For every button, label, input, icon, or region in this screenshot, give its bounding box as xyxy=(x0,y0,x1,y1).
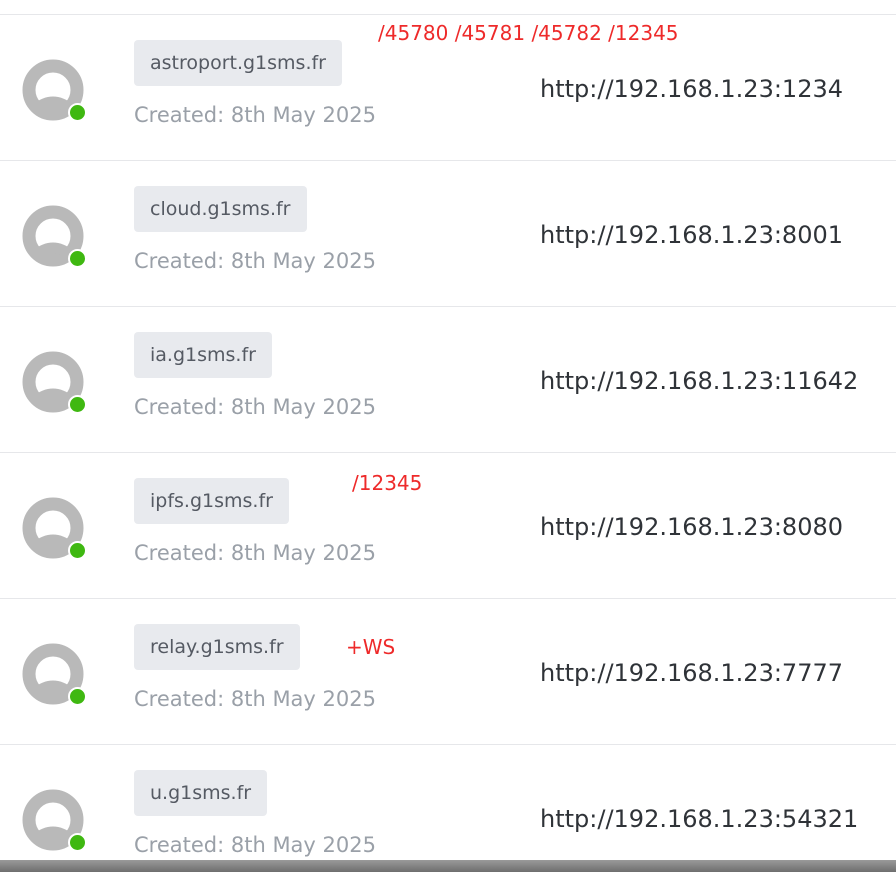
online-status-icon xyxy=(68,395,87,414)
online-status-icon xyxy=(68,541,87,560)
online-status-icon xyxy=(68,103,87,122)
forward-target: http://192.168.1.23:8080 xyxy=(540,513,843,541)
host-row-u[interactable]: u.g1sms.fr Created: 8th May 2025 http://… xyxy=(0,745,896,872)
host-row-relay[interactable]: relay.g1sms.fr Created: 8th May 2025 htt… xyxy=(0,599,896,745)
online-status-icon xyxy=(68,833,87,852)
domain-badge[interactable]: ipfs.g1sms.fr xyxy=(134,478,289,524)
created-date: Created: 8th May 2025 xyxy=(134,395,376,419)
port-annotation: /45780 /45781 /45782 /12345 xyxy=(378,21,679,45)
window-bottom-edge xyxy=(0,860,896,872)
forward-target: http://192.168.1.23:1234 xyxy=(540,75,843,103)
host-row-ipfs[interactable]: ipfs.g1sms.fr Created: 8th May 2025 http… xyxy=(0,453,896,599)
proxy-host-list: astroport.g1sms.fr Created: 8th May 2025… xyxy=(0,15,896,872)
created-date: Created: 8th May 2025 xyxy=(134,833,376,857)
proxy-hosts-screen: astroport.g1sms.fr Created: 8th May 2025… xyxy=(0,0,896,872)
forward-target: http://192.168.1.23:8001 xyxy=(540,221,843,249)
domain-badge[interactable]: u.g1sms.fr xyxy=(134,770,268,816)
host-row-astroport[interactable]: astroport.g1sms.fr Created: 8th May 2025… xyxy=(0,15,896,161)
created-date: Created: 8th May 2025 xyxy=(134,541,376,565)
websocket-annotation: +WS xyxy=(346,635,396,659)
online-status-icon xyxy=(68,249,87,268)
domain-badge[interactable]: cloud.g1sms.fr xyxy=(134,186,307,232)
domain-badge[interactable]: ia.g1sms.fr xyxy=(134,332,272,378)
forward-target: http://192.168.1.23:54321 xyxy=(540,805,859,833)
forward-target: http://192.168.1.23:7777 xyxy=(540,659,843,687)
port-annotation: /12345 xyxy=(352,471,423,495)
host-row-ia[interactable]: ia.g1sms.fr Created: 8th May 2025 http:/… xyxy=(0,307,896,453)
domain-badge[interactable]: relay.g1sms.fr xyxy=(134,624,300,670)
created-date: Created: 8th May 2025 xyxy=(134,249,376,273)
forward-target: http://192.168.1.23:11642 xyxy=(540,367,859,395)
host-row-cloud[interactable]: cloud.g1sms.fr Created: 8th May 2025 htt… xyxy=(0,161,896,307)
domain-badge[interactable]: astroport.g1sms.fr xyxy=(134,40,342,86)
created-date: Created: 8th May 2025 xyxy=(134,103,376,127)
online-status-icon xyxy=(68,687,87,706)
created-date: Created: 8th May 2025 xyxy=(134,687,376,711)
